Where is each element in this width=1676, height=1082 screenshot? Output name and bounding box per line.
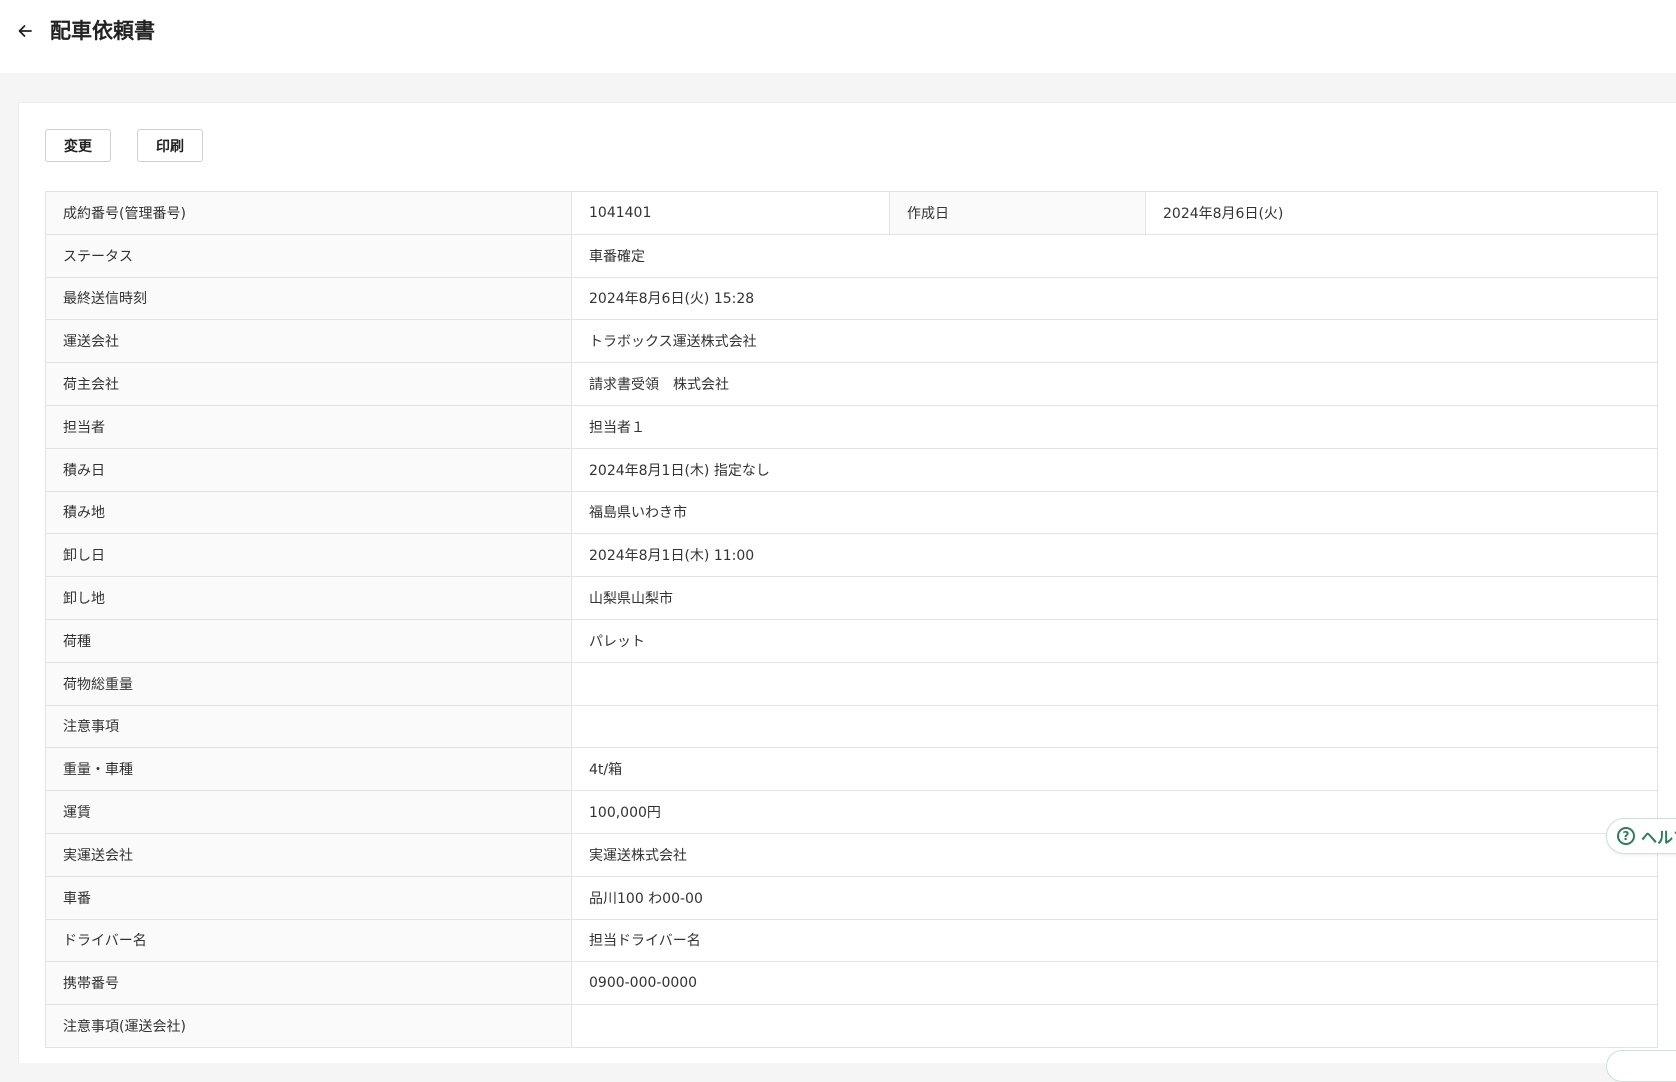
table-row: 卸し日 2024年8月1日(木) 11:00	[46, 534, 1657, 578]
table-row: 運賃 100,000円	[46, 791, 1657, 834]
row-value	[572, 706, 1657, 748]
row-label: 積み地	[46, 491, 572, 534]
row-label: 卸し日	[46, 534, 572, 577]
row-label: 最終送信時刻	[46, 277, 572, 320]
row-value: 0900-000-0000	[589, 975, 698, 992]
row-label: 実運送会社	[46, 833, 572, 876]
table-row: 注意事項	[46, 705, 1657, 749]
table-row: 荷種 パレット	[46, 619, 1657, 663]
table-row: 卸し地 山梨県山梨市	[46, 577, 1657, 620]
row-value: 福島県いわき市	[589, 505, 687, 522]
table-row: 成約番号(管理番号) 1041401 作成日 2024年8月6日(火)	[46, 192, 1657, 235]
row-value: 2024年8月1日(木) 11:00	[589, 548, 755, 565]
table-row: 積み日 2024年8月1日(木) 指定なし	[46, 448, 1657, 492]
page-title: 配車依頼書	[50, 19, 155, 43]
table-row: ステータス 車番確定	[46, 234, 1657, 278]
row-label: 運送会社	[46, 320, 572, 363]
row-value: 車番確定	[589, 248, 645, 265]
row-value: 実運送株式会社	[589, 847, 687, 864]
row-value: 2024年8月6日(火) 15:28	[589, 291, 755, 308]
table-row: 担当者 担当者１	[46, 405, 1657, 449]
table-row: 注意事項(運送会社)	[46, 1005, 1657, 1048]
row-value: トラボックス運送株式会社	[589, 334, 757, 351]
table-row: 運送会社 トラボックス運送株式会社	[46, 320, 1657, 364]
help-label: ヘルプ	[1641, 828, 1676, 847]
row-label: 荷物総重量	[46, 662, 572, 705]
row-label: 携帯番号	[46, 962, 572, 1005]
row-label: 注意事項(運送会社)	[46, 1005, 572, 1047]
row-value: 請求書受領 株式会社	[589, 377, 729, 394]
table-row: 最終送信時刻 2024年8月6日(火) 15:28	[46, 277, 1657, 321]
row-value: 2024年8月6日(火)	[1163, 205, 1284, 222]
arrow-left-icon[interactable]	[14, 20, 36, 42]
row-label: 注意事項	[46, 705, 572, 748]
row-value: 4t/箱	[589, 762, 623, 779]
row-label: 運賃	[46, 791, 572, 833]
row-value: 担当者１	[589, 419, 645, 436]
row-label: 重量・車種	[46, 748, 572, 791]
table-row: 荷物総重量	[46, 662, 1657, 706]
row-label: 車番	[46, 876, 572, 919]
table-row: ドライバー名 担当ドライバー名	[46, 919, 1657, 963]
row-value: 山梨県山梨市	[589, 591, 673, 608]
row-value: 100,000円	[589, 805, 661, 822]
row-label: 卸し地	[46, 577, 572, 619]
row-label: 担当者	[46, 405, 572, 448]
row-value: 1041401	[572, 192, 890, 234]
row-value	[572, 1005, 1657, 1047]
page-header: 配車依頼書	[0, 0, 1676, 73]
row-label: 荷主会社	[46, 363, 572, 405]
table-row: 積み地 福島県いわき市	[46, 491, 1657, 535]
detail-table: 成約番号(管理番号) 1041401 作成日 2024年8月6日(火) ステータ…	[45, 191, 1658, 1048]
row-label: ステータス	[46, 234, 572, 277]
secondary-float-button[interactable]	[1606, 1050, 1676, 1082]
print-button[interactable]: 印刷	[137, 129, 203, 162]
table-row: 携帯番号 0900-000-0000	[46, 962, 1657, 1006]
table-row: 実運送会社 実運送株式会社	[46, 833, 1657, 877]
row-label: 積み日	[46, 448, 572, 491]
row-value: 担当ドライバー名	[589, 933, 701, 950]
detail-rows: ステータス 車番確定 最終送信時刻 2024年8月6日(火) 15:28 運送会社 トラボ…	[46, 234, 1657, 1048]
row-label: 荷種	[46, 619, 572, 662]
row-value: 品川100 わ00-00	[589, 890, 703, 907]
detail-card: 変更 印刷 成約番号(管理番号) 1041401 作成日 2024年8月6日(火…	[18, 102, 1676, 1063]
row-value	[572, 663, 1657, 705]
change-button[interactable]: 変更	[45, 129, 111, 162]
question-circle-icon: ?	[1617, 827, 1635, 845]
help-button[interactable]: ? ヘルプ	[1606, 818, 1676, 854]
table-row: 荷主会社 請求書受領 株式会社	[46, 363, 1657, 406]
table-row: 重量・車種 4t/箱	[46, 748, 1657, 792]
row-label: 作成日	[890, 192, 1146, 234]
row-value: 2024年8月1日(木) 指定なし	[589, 462, 770, 479]
row-label: ドライバー名	[46, 919, 572, 962]
table-row: 車番 品川100 わ00-00	[46, 876, 1657, 920]
row-value: パレット	[589, 633, 645, 650]
row-label: 成約番号(管理番号)	[46, 192, 572, 234]
